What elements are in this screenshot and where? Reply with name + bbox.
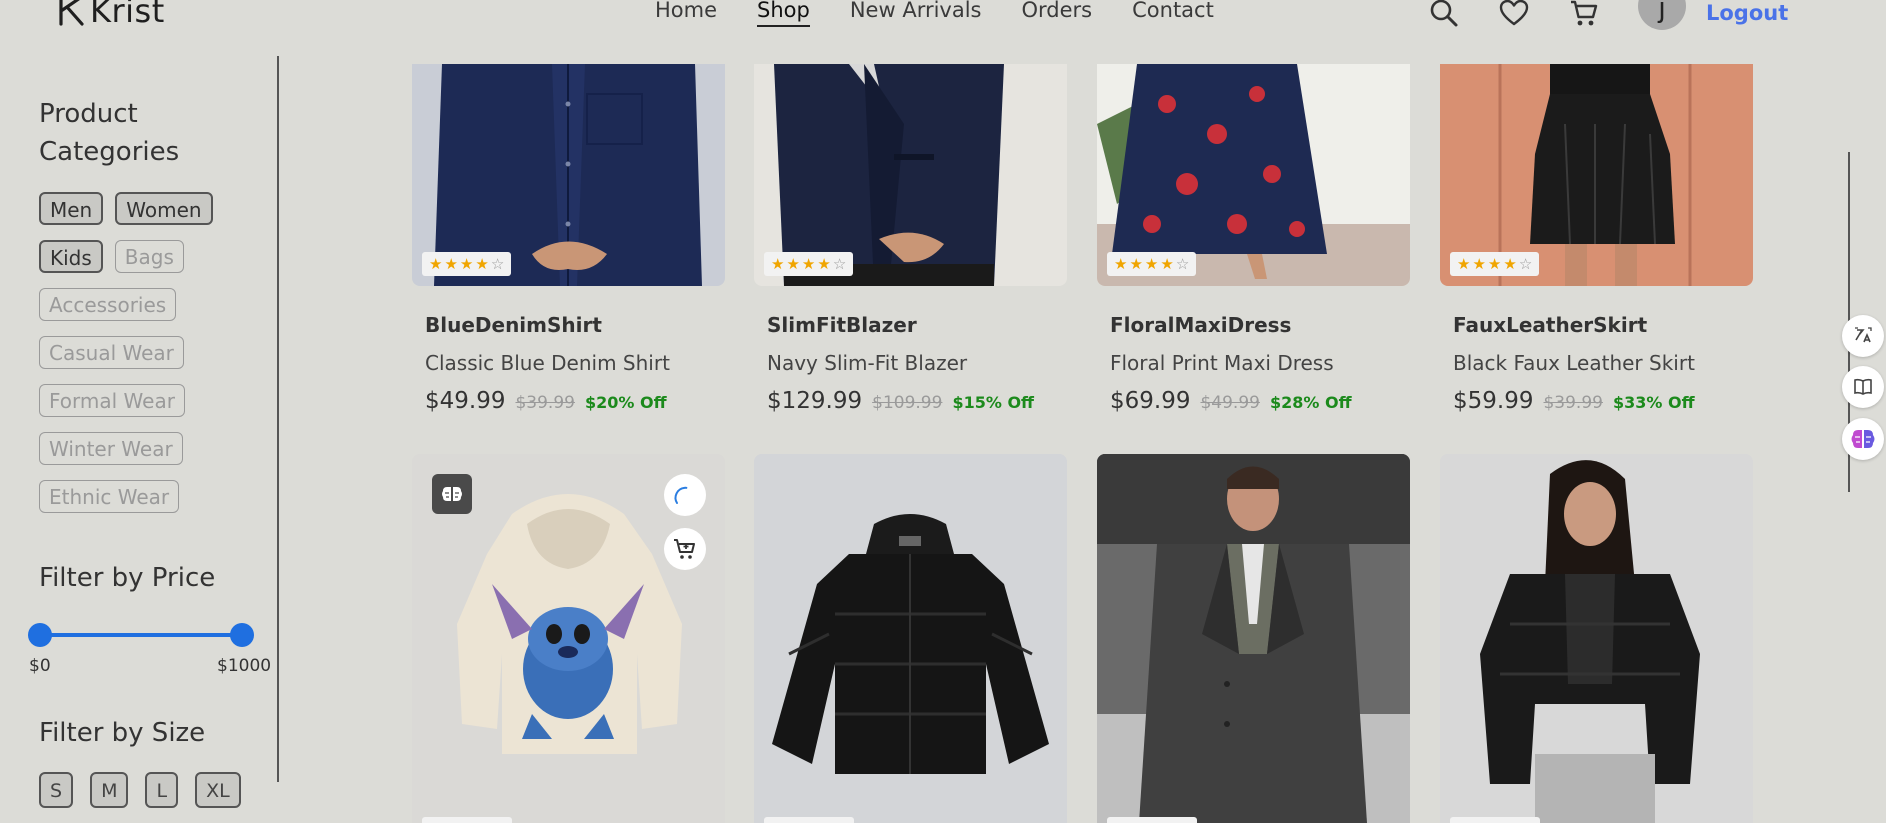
- size-filter-title: Filter by Size: [39, 718, 206, 748]
- nav-home[interactable]: Home: [655, 0, 717, 22]
- rating-stars: [1107, 817, 1197, 823]
- categories-title-line1: Product: [39, 99, 138, 129]
- product-name: Navy Slim-Fit Blazer: [767, 351, 968, 375]
- product-name: Black Faux Leather Skirt: [1453, 351, 1695, 375]
- nav-shop[interactable]: Shop: [757, 0, 810, 27]
- product-image-black-puffer-jacket[interactable]: [754, 454, 1067, 823]
- sidebar-divider: [277, 56, 279, 782]
- rating-stars: [764, 817, 854, 823]
- ai-brain-badge-icon[interactable]: [432, 474, 472, 514]
- price-slider-max-handle[interactable]: [230, 623, 254, 647]
- category-chip-bags[interactable]: Bags: [114, 240, 184, 273]
- category-chip-casual-wear[interactable]: Casual Wear: [39, 336, 184, 369]
- category-chip-women[interactable]: Women: [115, 192, 213, 225]
- current-price: $69.99: [1110, 388, 1191, 414]
- category-chip-winter-wear[interactable]: Winter Wear: [39, 432, 183, 465]
- book-icon[interactable]: [1842, 366, 1884, 408]
- price-slider-track[interactable]: [40, 633, 242, 637]
- current-price: $49.99: [425, 388, 506, 414]
- category-chip-accessories[interactable]: Accessories: [39, 288, 177, 321]
- heart-icon[interactable]: [1498, 0, 1530, 29]
- rating-stars: ★ ★ ★ ★ ☆: [764, 252, 854, 276]
- product-id: SlimFitBlazer: [767, 313, 917, 337]
- category-chip-ethnic-wear[interactable]: Ethnic Wear: [39, 480, 180, 513]
- top-header: Krist Home Shop New Arrivals Orders Cont…: [0, 0, 1886, 44]
- cart-icon[interactable]: [1568, 0, 1600, 29]
- add-to-cart-icon[interactable]: [664, 528, 706, 570]
- loading-spinner-icon: [664, 474, 706, 516]
- price-filter-title: Filter by Price: [39, 563, 216, 593]
- nav-contact[interactable]: Contact: [1132, 0, 1214, 22]
- product-price: $59.99 $39.99 $33% Off: [1453, 388, 1695, 414]
- product-price: $49.99 $39.99 $20% Off: [425, 388, 667, 414]
- product-id: FauxLeatherSkirt: [1453, 313, 1648, 337]
- category-chips: Men Women Kids Bags Accessories Casual W…: [39, 192, 249, 513]
- logout-link[interactable]: Logout: [1706, 1, 1788, 25]
- size-chip-l[interactable]: L: [145, 772, 179, 808]
- categories-title-line2: Categories: [39, 137, 180, 167]
- nav-orders[interactable]: Orders: [1022, 0, 1093, 22]
- brand-name: Krist: [90, 0, 165, 30]
- header-actions: j Logout: [1428, 0, 1788, 30]
- product-price: $129.99 $109.99 $15% Off: [767, 388, 1034, 414]
- rating-stars: ★ ★ ★ ★ ☆: [1450, 252, 1540, 276]
- brand-logo[interactable]: Krist: [58, 0, 165, 30]
- size-chips: S M L XL: [39, 772, 241, 808]
- rating-stars: [422, 817, 512, 823]
- discount-label: $20% Off: [584, 393, 667, 412]
- brain-ai-icon[interactable]: [1842, 418, 1884, 460]
- translate-icon[interactable]: [1842, 315, 1884, 357]
- product-image-faux-leather-skirt[interactable]: ★ ★ ★ ★ ☆: [1440, 64, 1753, 286]
- user-avatar[interactable]: j: [1638, 0, 1686, 30]
- product-image-black-puffer-jacket-women[interactable]: [1440, 454, 1753, 823]
- price-max-label: $1000: [217, 656, 272, 676]
- old-price: $39.99: [1543, 393, 1603, 413]
- rating-stars: ★ ★ ★ ★ ☆: [1107, 252, 1197, 276]
- current-price: $129.99: [767, 388, 863, 414]
- product-image-blue-denim-shirt[interactable]: ★ ★ ★ ★ ☆: [412, 64, 725, 286]
- category-chip-kids[interactable]: Kids: [39, 240, 103, 273]
- product-name: Classic Blue Denim Shirt: [425, 351, 670, 375]
- search-icon[interactable]: [1428, 0, 1460, 29]
- price-min-label: $0: [29, 656, 51, 676]
- main-nav: Home Shop New Arrivals Orders Contact: [655, 0, 1254, 27]
- nav-new-arrivals[interactable]: New Arrivals: [850, 0, 982, 22]
- product-id: FloralMaxiDress: [1110, 313, 1292, 337]
- product-image-stitch-hoodie[interactable]: [412, 454, 725, 823]
- size-chip-xl[interactable]: XL: [195, 772, 241, 808]
- discount-label: $33% Off: [1612, 393, 1695, 412]
- rating-stars: [1450, 817, 1540, 823]
- current-price: $59.99: [1453, 388, 1534, 414]
- price-slider-min-handle[interactable]: [28, 623, 52, 647]
- product-image-floral-maxi-dress[interactable]: ★ ★ ★ ★ ☆: [1097, 64, 1410, 286]
- avatar-initial: j: [1658, 0, 1666, 24]
- old-price: $39.99: [515, 393, 575, 413]
- product-image-slim-fit-blazer[interactable]: ★ ★ ★ ★ ☆: [754, 64, 1067, 286]
- old-price: $49.99: [1200, 393, 1260, 413]
- rating-stars: ★ ★ ★ ★ ☆: [422, 252, 512, 276]
- discount-label: $15% Off: [952, 393, 1034, 412]
- discount-label: $28% Off: [1269, 393, 1352, 412]
- category-chip-formal-wear[interactable]: Formal Wear: [39, 384, 185, 417]
- size-chip-m[interactable]: M: [90, 772, 129, 808]
- categories-title: Product Categories: [39, 95, 179, 171]
- size-chip-s[interactable]: S: [39, 772, 74, 808]
- krist-logo-icon: [59, 0, 84, 26]
- product-name: Floral Print Maxi Dress: [1110, 351, 1334, 375]
- old-price: $109.99: [872, 393, 943, 413]
- category-chip-men[interactable]: Men: [39, 192, 104, 225]
- product-id: BlueDenimShirt: [425, 313, 602, 337]
- product-image-grey-wool-overcoat[interactable]: [1097, 454, 1410, 823]
- product-price: $69.99 $49.99 $28% Off: [1110, 388, 1352, 414]
